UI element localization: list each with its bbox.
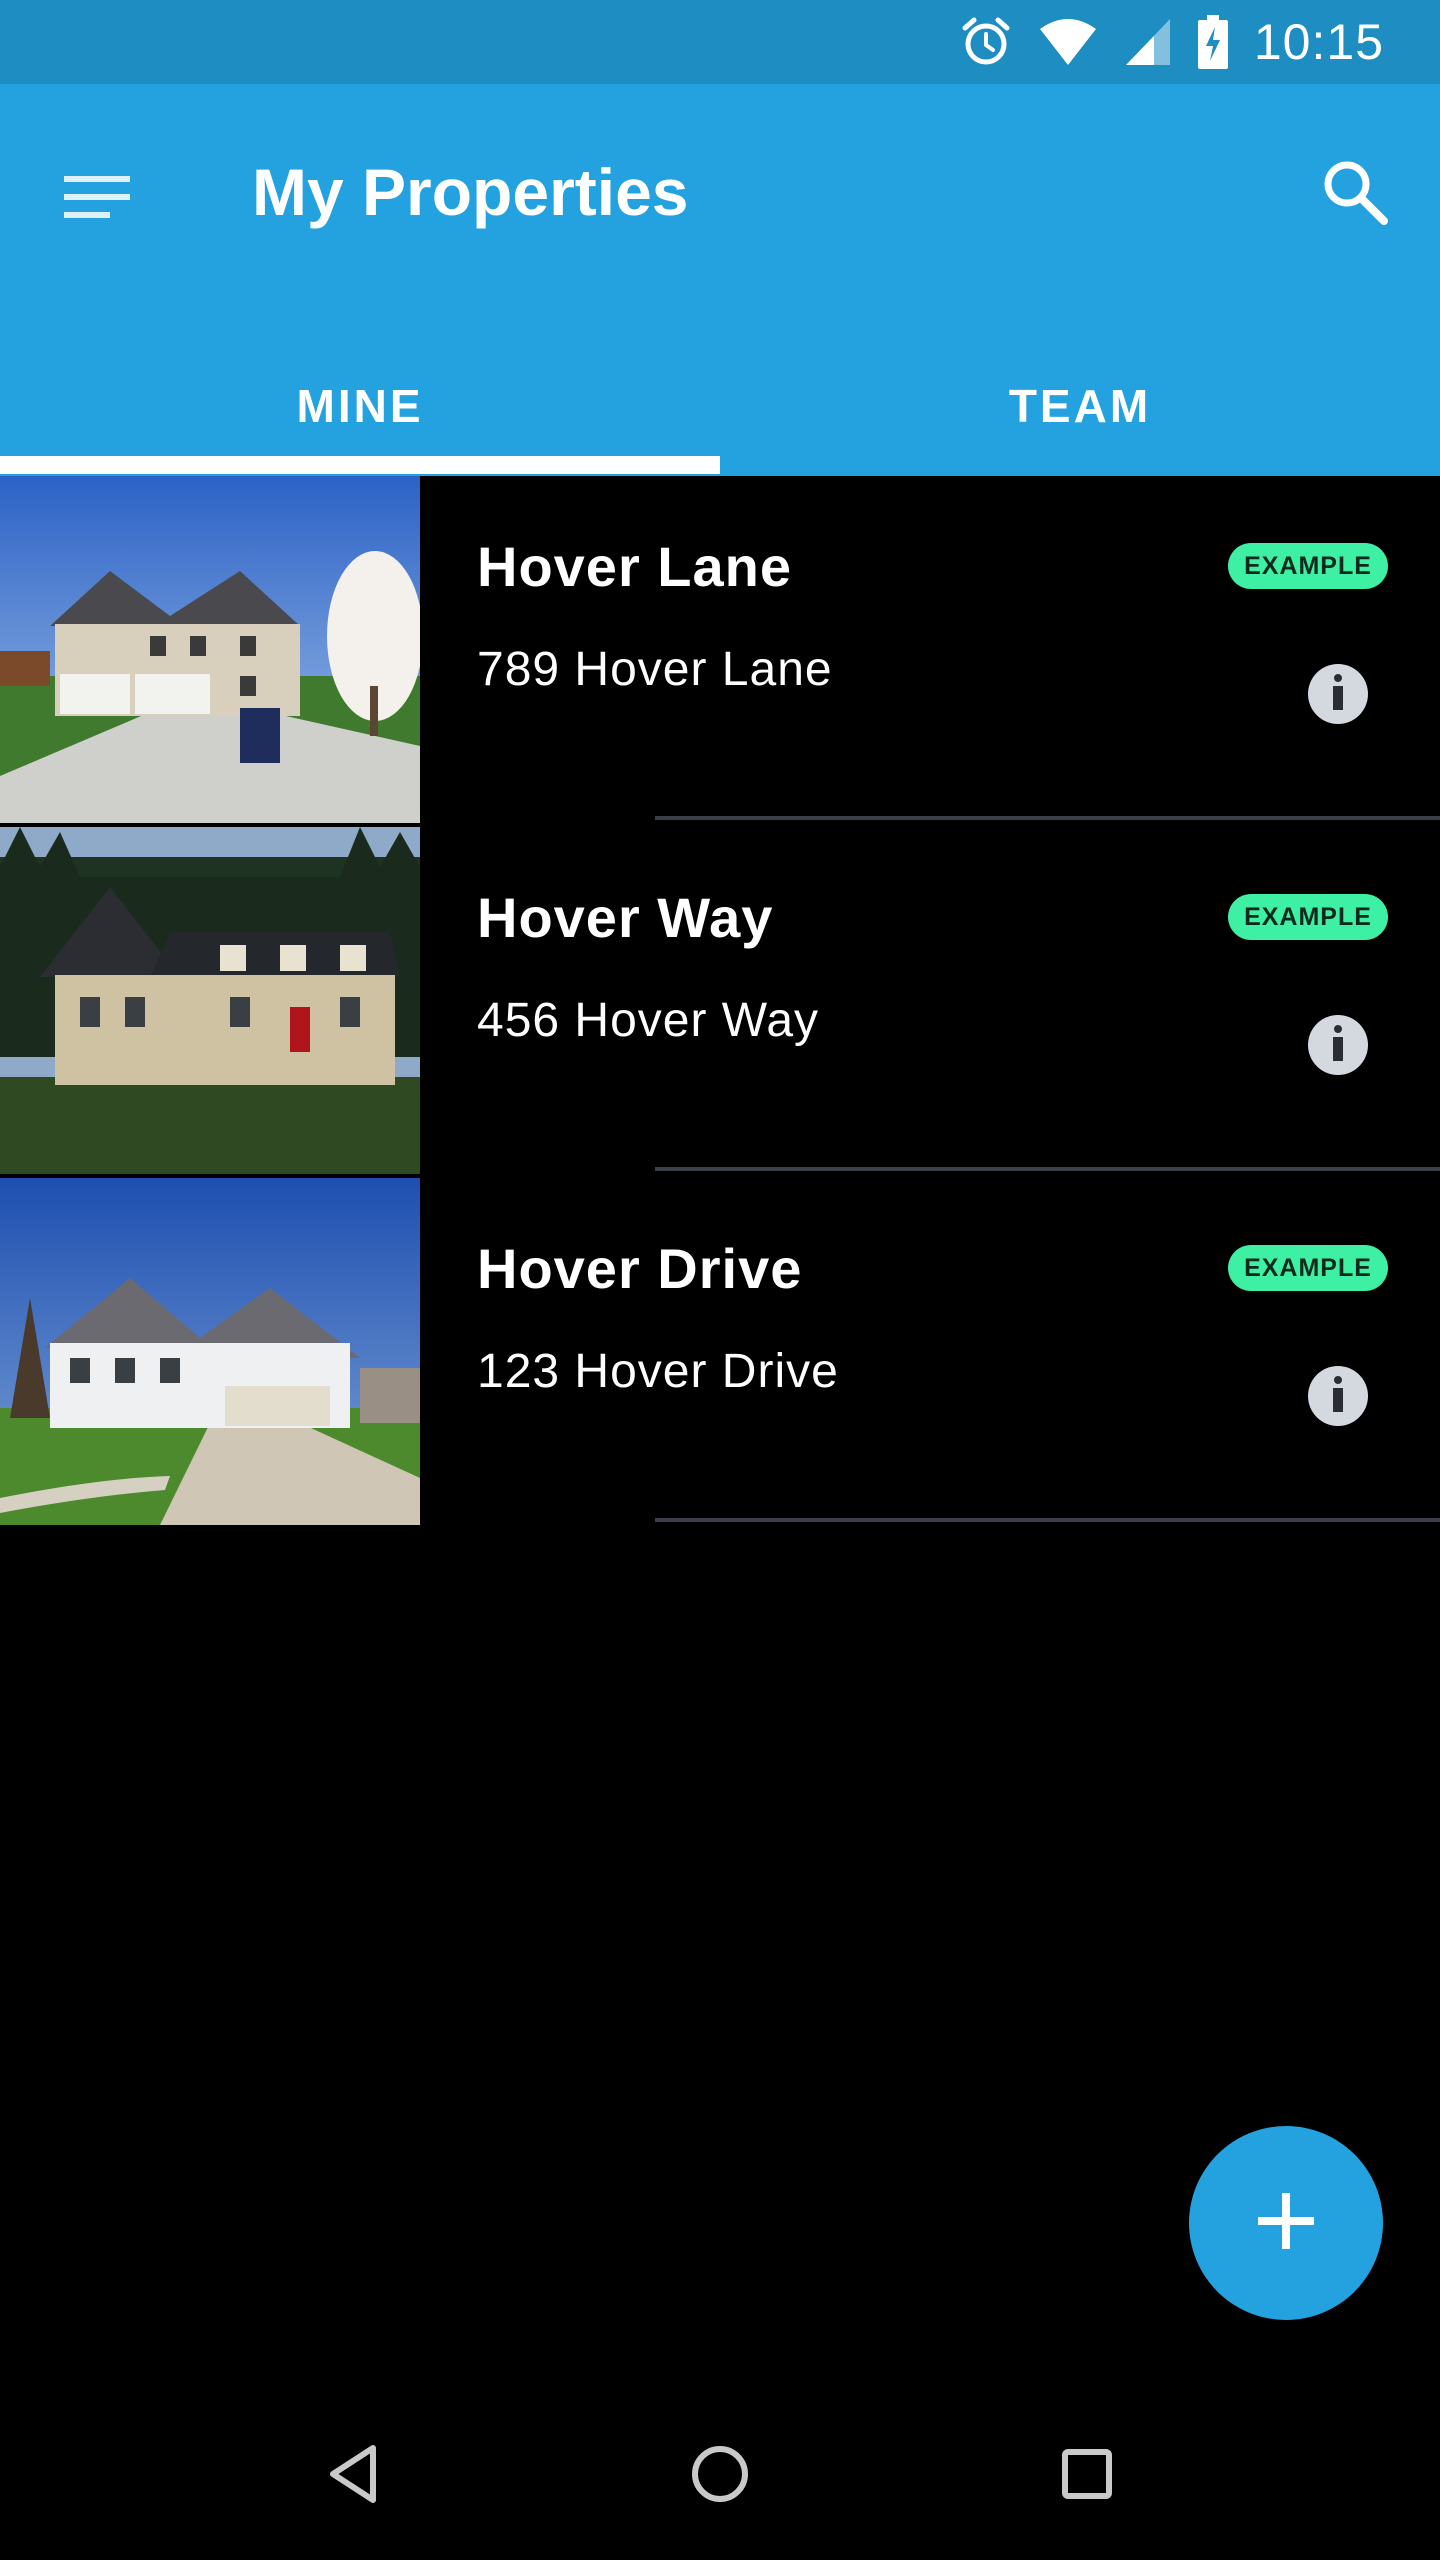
example-badge: EXAMPLE	[1228, 1245, 1388, 1291]
alarm-icon	[960, 16, 1012, 68]
tab-bar: MINE TEAM	[0, 336, 1440, 476]
recents-icon	[1061, 2448, 1113, 2505]
back-icon	[327, 2444, 379, 2509]
search-icon	[1321, 158, 1389, 231]
property-address: 456 Hover Way	[477, 994, 820, 1047]
add-property-button[interactable]	[1189, 2126, 1383, 2320]
info-button[interactable]	[1308, 664, 1368, 724]
property-address: 123 Hover Drive	[477, 1345, 839, 1398]
property-photo	[0, 827, 420, 1174]
status-bar: 10:15	[0, 0, 1440, 84]
example-badge: EXAMPLE	[1228, 543, 1388, 589]
info-button[interactable]	[1308, 1366, 1368, 1426]
signal-icon	[1124, 17, 1172, 67]
back-button[interactable]	[298, 2421, 408, 2531]
info-icon	[1331, 673, 1345, 715]
property-photo	[0, 1178, 420, 1525]
home-button[interactable]	[665, 2421, 775, 2531]
menu-icon	[64, 174, 130, 225]
page-title: My Properties	[252, 155, 689, 229]
battery-charging-icon	[1197, 15, 1228, 69]
info-icon	[1331, 1375, 1345, 1417]
divider	[655, 816, 1440, 820]
divider	[655, 1518, 1440, 1522]
info-button[interactable]	[1308, 1015, 1368, 1075]
add-icon	[1258, 2192, 1314, 2254]
tab-team[interactable]: TEAM	[720, 336, 1440, 476]
property-list: Hover Lane 789 Hover Lane EXAMPLE Hover …	[0, 476, 1440, 1529]
system-nav-bar	[0, 2392, 1440, 2560]
clock-time: 10:15	[1253, 14, 1384, 70]
menu-button[interactable]	[52, 154, 142, 244]
property-address: 789 Hover Lane	[477, 643, 833, 696]
property-photo	[0, 476, 420, 823]
divider	[655, 1167, 1440, 1171]
home-icon	[690, 2444, 750, 2509]
property-name: Hover Lane	[477, 535, 792, 598]
app-bar: My Properties MINE TEAM	[0, 84, 1440, 476]
example-badge: EXAMPLE	[1228, 894, 1388, 940]
search-button[interactable]	[1305, 144, 1405, 244]
selected-tab-indicator	[0, 456, 720, 474]
property-name: Hover Way	[477, 886, 774, 949]
tab-mine[interactable]: MINE	[0, 336, 720, 476]
property-name: Hover Drive	[477, 1237, 803, 1300]
list-item[interactable]: Hover Way 456 Hover Way EXAMPLE	[0, 827, 1440, 1178]
wifi-icon	[1038, 17, 1098, 67]
recents-button[interactable]	[1032, 2421, 1142, 2531]
list-item[interactable]: Hover Drive 123 Hover Drive EXAMPLE	[0, 1178, 1440, 1529]
list-item[interactable]: Hover Lane 789 Hover Lane EXAMPLE	[0, 476, 1440, 827]
info-icon	[1331, 1024, 1345, 1066]
